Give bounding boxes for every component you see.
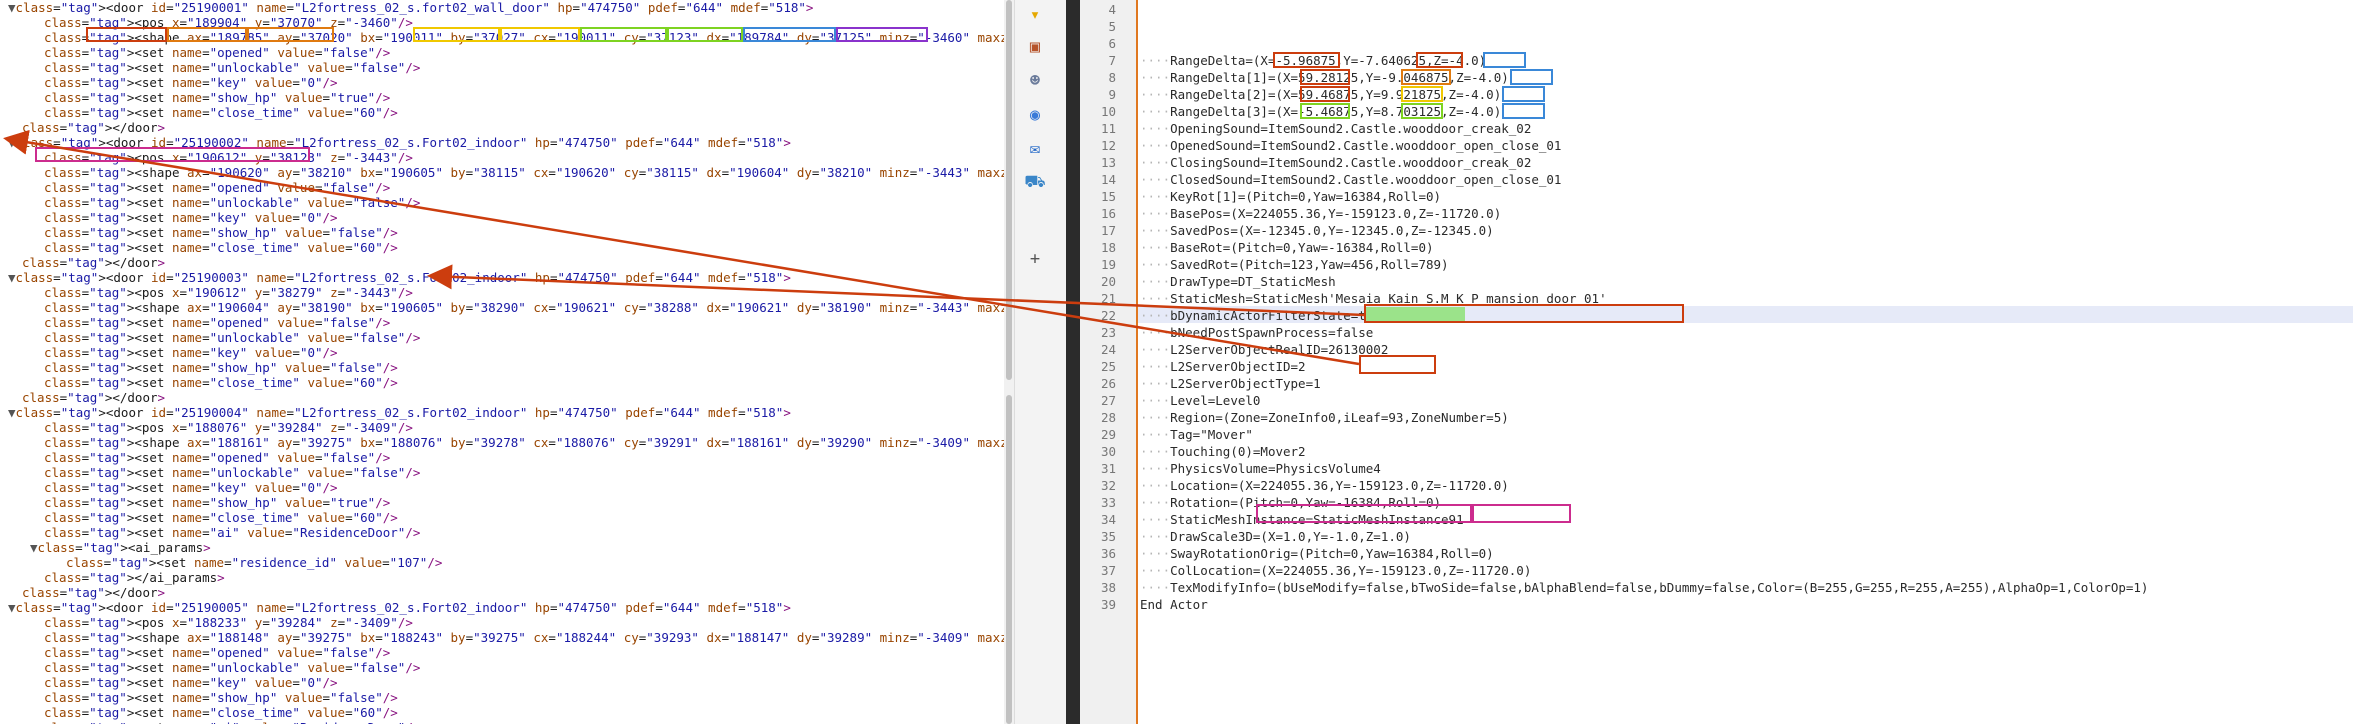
arrow-to-door-25190003	[427, 264, 1365, 317]
arrow-to-door-line	[3, 129, 1360, 366]
annotation-arrows	[3, 129, 1365, 366]
